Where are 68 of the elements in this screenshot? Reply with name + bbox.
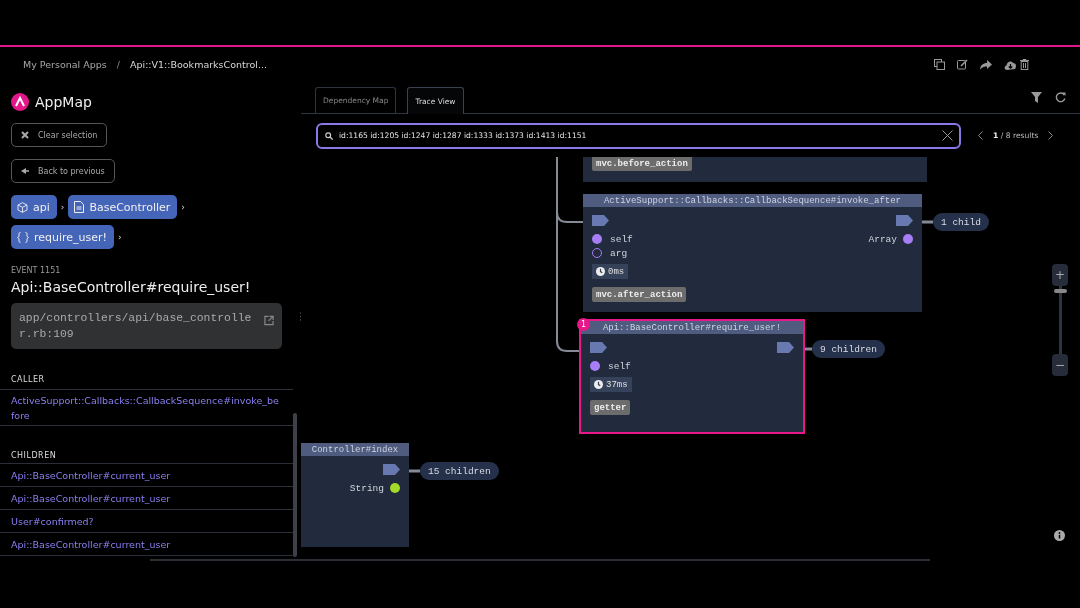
clear-icon	[21, 131, 29, 139]
package-icon	[17, 201, 28, 213]
event-label: EVENT 1151	[11, 266, 62, 275]
event-title: Api::BaseController#require_user!	[11, 279, 252, 295]
app-name: AppMap	[35, 94, 92, 110]
elapsed-time: 0ms	[592, 264, 629, 279]
children-count[interactable]: 9 children	[812, 340, 885, 358]
edit-icon[interactable]	[957, 59, 968, 70]
breadcrumb-link[interactable]: My Personal Apps	[23, 59, 107, 70]
scrollbar[interactable]	[293, 413, 297, 557]
connector-line	[922, 220, 933, 224]
event-node[interactable]: mvc.before_action	[583, 157, 927, 182]
node-title: ActiveSupport::Callbacks::CallbackSequence#invoke_after	[583, 194, 922, 207]
event-node[interactable]: ActiveSupport::Callbacks::CallbackSequence#invoke_after self arg Array 0ms mvc.after_action	[583, 194, 922, 312]
child-link[interactable]: Api::BaseController#current_user	[0, 464, 293, 487]
drag-handle-icon[interactable]	[300, 312, 302, 321]
file-location: app/controllers/api/base_controller.rb:109	[19, 311, 253, 342]
param-name: arg	[610, 247, 628, 259]
back-arrow-icon	[21, 168, 29, 174]
node-title: Controller#index	[301, 443, 409, 456]
event-label: mvc.before_action	[592, 157, 692, 171]
filter-icon[interactable]	[1031, 92, 1042, 103]
info-icon[interactable]	[1054, 530, 1065, 541]
return-type: String	[349, 482, 384, 494]
copy-icon[interactable]	[934, 59, 945, 70]
cloud-download-icon[interactable]	[1004, 59, 1017, 70]
zoom-out-button[interactable]: −	[1052, 354, 1068, 376]
trash-icon[interactable]	[1020, 59, 1029, 70]
breadcrumb-separator: /	[116, 59, 120, 70]
child-link[interactable]: User#confirmed?	[0, 510, 293, 533]
previous-icon[interactable]	[978, 131, 983, 140]
clock-icon	[596, 267, 605, 276]
return-type: Array	[868, 233, 897, 245]
event-label: mvc.after_action	[592, 287, 687, 302]
external-link-icon[interactable]	[264, 315, 274, 326]
back-button[interactable]: Back to previous	[11, 159, 115, 183]
path-chip[interactable]: BaseController	[68, 195, 178, 219]
path-chip[interactable]: api	[11, 195, 57, 219]
share-icon[interactable]	[980, 59, 992, 70]
clock-icon	[594, 380, 603, 389]
zoom-in-button[interactable]: +	[1052, 264, 1068, 286]
chevron-icon: ›	[118, 232, 122, 242]
logo-icon	[11, 93, 29, 111]
document-icon	[74, 201, 85, 213]
param-name: self	[610, 233, 633, 245]
chevron-icon: ›	[181, 202, 185, 212]
next-icon[interactable]	[1048, 131, 1054, 140]
chevron-icon: ›	[60, 202, 65, 212]
caller-link[interactable]: ActiveSupport::Callbacks::CallbackSequence#invoke_before	[0, 390, 293, 426]
refresh-icon[interactable]	[1055, 92, 1066, 103]
section-heading: CALLER	[0, 375, 293, 390]
connector-line	[409, 469, 420, 473]
children-count[interactable]: 15 children	[420, 462, 499, 480]
close-icon[interactable]	[942, 130, 953, 141]
event-label: getter	[590, 400, 631, 415]
elapsed-time: 37ms	[590, 377, 632, 392]
path-chip[interactable]: require_user!	[11, 225, 114, 249]
clear-button[interactable]: Clear selection	[11, 123, 108, 147]
child-link[interactable]: Api::BaseController#current_user	[0, 487, 293, 510]
section-heading: CHILDREN	[0, 451, 293, 464]
child-link[interactable]: Api::BaseController#current_user	[0, 533, 293, 556]
param-name: self	[608, 360, 631, 372]
event-node[interactable]: Controller#index String	[301, 443, 409, 547]
slider-thumb[interactable]	[1053, 289, 1067, 294]
search-icon	[325, 131, 333, 140]
breadcrumb-current: Api::V1::BookmarksControl...	[129, 59, 267, 70]
children-count[interactable]: 1 child	[933, 213, 989, 231]
braces-icon	[17, 231, 29, 243]
